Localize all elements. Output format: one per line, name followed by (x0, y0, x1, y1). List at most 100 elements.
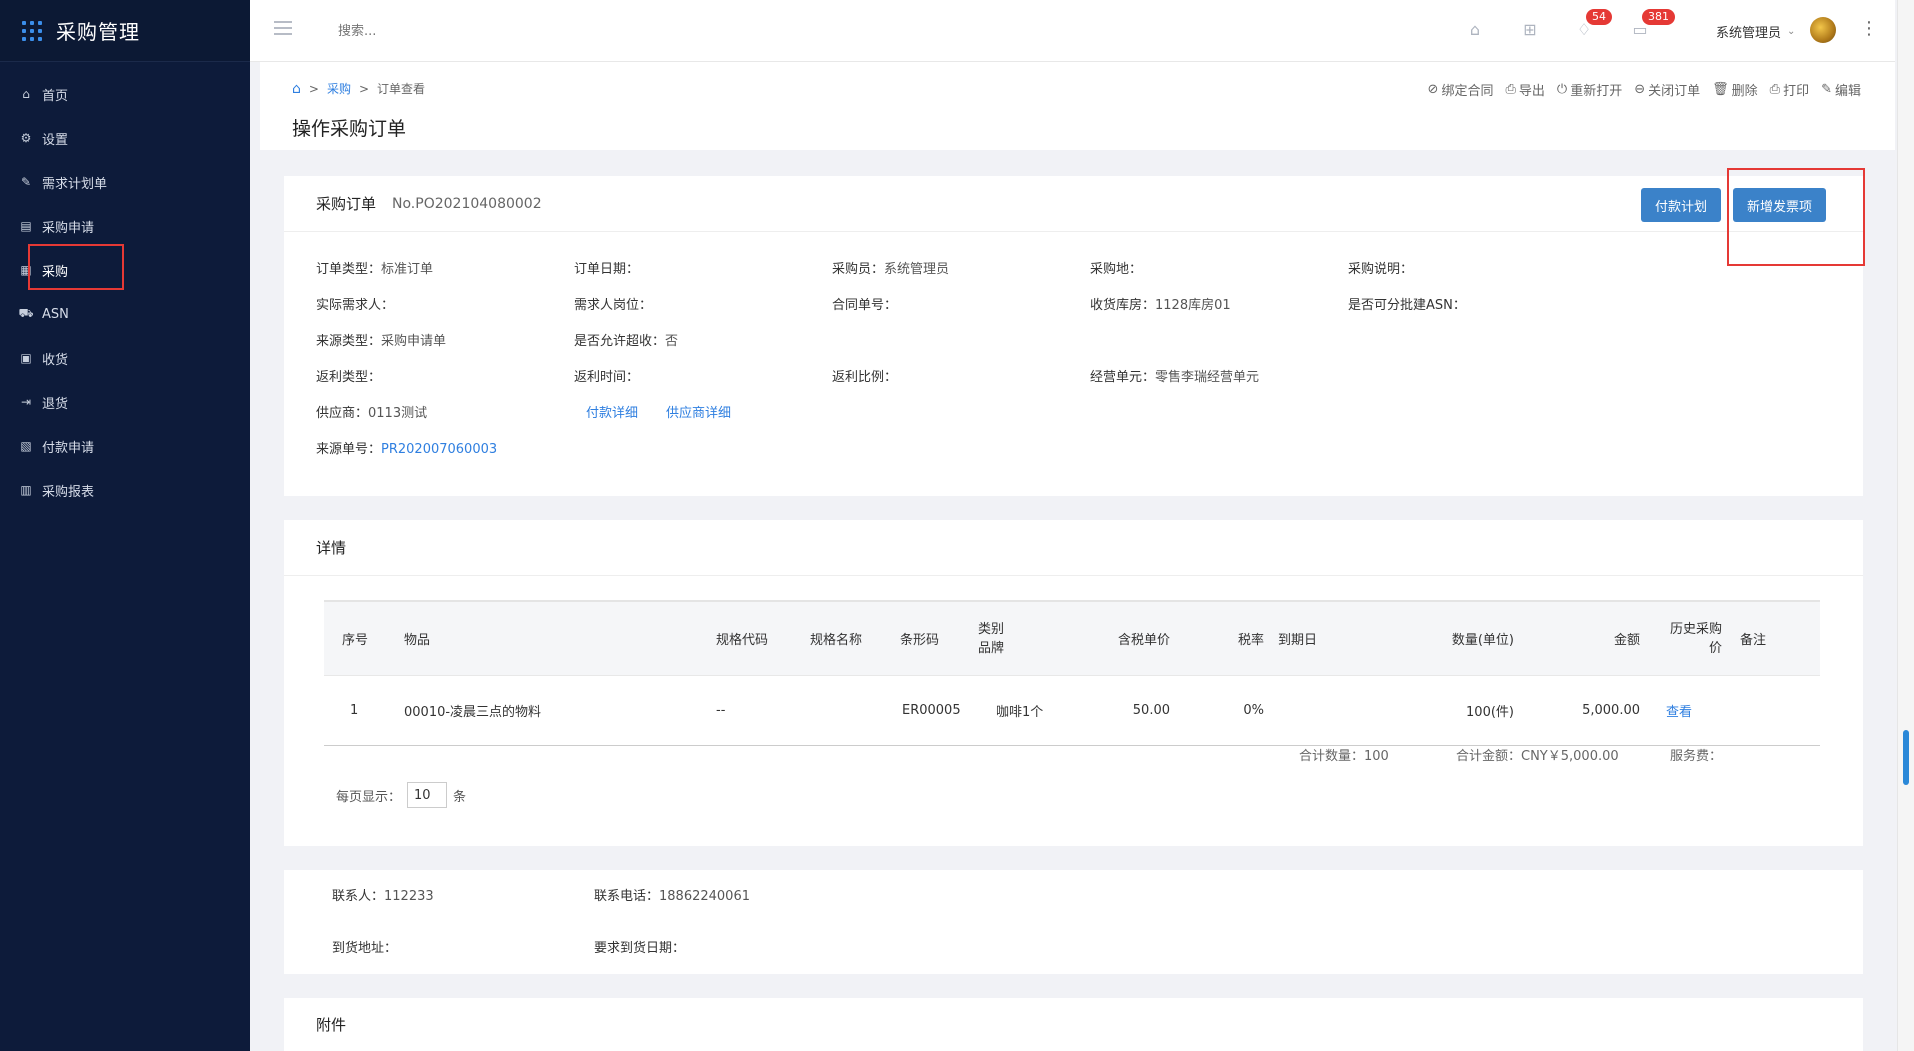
order-date-field: 订单日期： (574, 258, 639, 277)
rebate-ratio-field: 返利比例： (832, 366, 897, 385)
delete-action[interactable]: 🗑︎ 删除 (1712, 80, 1758, 99)
field-label: 订单日期： (574, 262, 640, 277)
chevron-down-icon: ⌄ (1787, 26, 1796, 37)
address-field: 到货地址： (332, 937, 397, 956)
view-history-link[interactable]: 查看 (1666, 676, 1692, 745)
field-value: 系统管理员 (884, 262, 950, 277)
field-label: 需求人岗位： (574, 298, 653, 313)
breadcrumb-purchase[interactable]: 采购 (327, 80, 351, 97)
per-page-input[interactable] (407, 782, 448, 808)
sidebar-item-label: 收货 (42, 352, 69, 368)
sidebar-item-settings[interactable]: ⚙ 设置 (0, 116, 250, 160)
home-icon: ⌂ (22, 87, 30, 101)
warehouse-field: 收货库房：1128库房01 (1090, 294, 1231, 313)
sidebar-item-label: 付款申请 (42, 440, 95, 456)
sidebar-item-reports[interactable]: ▥ 采购报表 (0, 468, 250, 512)
scrollbar[interactable] (1897, 0, 1914, 1051)
link-text[interactable]: 付款详细 (586, 406, 638, 421)
rebate-time-field: 返利时间： (574, 366, 639, 385)
pencil-icon: ✎ (1821, 82, 1832, 97)
action-label: 导出 (1518, 84, 1545, 99)
header-line: 类别 (978, 621, 1005, 637)
field-label: 采购员： (832, 262, 885, 277)
over-receive-field: 是否允许超收：否 (574, 330, 678, 349)
supplier-detail-link[interactable]: 供应商详细 (666, 402, 731, 421)
col-seq: 序号 (342, 633, 369, 648)
sidebar-item-home[interactable]: ⌂ 首页 (0, 72, 250, 116)
order-card-header: 采购订单 No.PO202104080002 (284, 176, 1863, 232)
sidebar-item-label: 首页 (42, 88, 69, 104)
sidebar-item-payment-request[interactable]: ▧ 付款申请 (0, 424, 250, 468)
search-input[interactable] (338, 18, 598, 44)
sidebar-item-label: 退货 (42, 396, 69, 412)
field-label: 是否可分批建ASN： (1348, 298, 1466, 313)
sidebar-item-receiving[interactable]: ▣ 收货 (0, 336, 250, 380)
apps-grid-icon[interactable] (22, 20, 42, 41)
user-menu[interactable]: 系统管理员 ⌄ (1716, 22, 1795, 41)
notification-badge: 54 (1586, 9, 1612, 25)
col-amount: 金额 (1613, 633, 1640, 648)
field-label: 联系电话： (594, 889, 660, 904)
field-label: 是否允许超收： (574, 334, 666, 349)
header-line: 价 (1708, 640, 1722, 656)
purchase-place-field: 采购地： (1090, 258, 1142, 277)
source-no-link[interactable]: PR202007060003 (381, 442, 497, 457)
sidebar-item-demand-plan[interactable]: ✎ 需求计划单 (0, 160, 250, 204)
sidebar-item-return[interactable]: ⇥ 退货 (0, 380, 250, 424)
field-label: 联系人： (332, 889, 385, 904)
col-tax-rate: 税率 (1237, 633, 1264, 648)
menu-toggle-icon[interactable] (274, 21, 292, 35)
action-label: 关闭订单 (1648, 84, 1701, 99)
col-spec-code: 规格代码 (716, 633, 769, 648)
field-label: 实际需求人： (316, 298, 395, 313)
print-action[interactable]: ⎙ 打印 (1770, 80, 1809, 99)
total-quantity: 合计数量：100 (1299, 749, 1389, 764)
sidebar-item-purchase[interactable]: ▦ 采购 (0, 244, 250, 292)
payment-detail-link[interactable]: 付款详细 (586, 402, 638, 421)
home-icon[interactable]: ⌂ (292, 81, 301, 97)
close-order-action[interactable]: ⊖ 关闭订单 (1634, 80, 1700, 99)
order-card: 采购订单 No.PO202104080002 付款计划 新增发票项 订单类型：标… (284, 168, 1865, 496)
message-icon[interactable]: ▭ 381 (1630, 9, 1675, 39)
reopen-action[interactable]: ⏻ 重新打开 (1557, 80, 1622, 99)
field-label: 返利比例： (832, 370, 898, 385)
payment-plan-button[interactable]: 付款计划 (1641, 188, 1722, 222)
cell-quantity: 100(件) (1466, 705, 1514, 720)
apps-icon[interactable]: ⊞ (1520, 19, 1540, 39)
field-label: 采购说明： (1348, 262, 1414, 277)
link-text[interactable]: 供应商详细 (666, 406, 731, 421)
col-unit-price: 含税单价 (1117, 633, 1170, 648)
col-note: 备注 (1740, 633, 1767, 648)
actual-requester-field: 实际需求人： (316, 294, 394, 313)
scroll-thumb[interactable] (1903, 730, 1909, 785)
avatar[interactable] (1810, 17, 1836, 43)
sidebar-item-label: 采购报表 (42, 484, 95, 500)
breadcrumb-separator: > (358, 81, 370, 96)
home-icon[interactable]: ⌂ (1465, 19, 1485, 39)
gear-icon: ⚙ (20, 131, 32, 145)
sidebar: 采购管理 ⌂ 首页 ⚙ 设置 ✎ 需求计划单 ▤ 采购申请 ▦ 采购 ⛟ ASN… (0, 0, 250, 1051)
required-date-field: 要求到货日期： (594, 937, 685, 956)
minus-circle-icon: ⊖ (1634, 82, 1646, 97)
more-vertical-icon[interactable]: ⋮ (1860, 18, 1878, 39)
edit-action[interactable]: ✎ 编辑 (1821, 80, 1861, 99)
cell-spec-code: -- (716, 703, 726, 718)
sidebar-item-asn[interactable]: ⛟ ASN (0, 292, 250, 336)
edit-doc-icon: ✎ (20, 175, 32, 189)
bar-chart-icon: ▥ (20, 483, 32, 497)
sidebar-item-purchase-request[interactable]: ▤ 采购申请 (0, 204, 250, 248)
field-label: 订单类型： (316, 262, 382, 277)
field-label: 要求到货日期： (594, 941, 686, 956)
field-value: 18862240061 (659, 889, 750, 904)
action-label: 绑定合同 (1441, 84, 1494, 99)
col-spec-name: 规格名称 (810, 633, 863, 648)
bind-contract-action[interactable]: ⊘ 绑定合同 (1428, 80, 1494, 99)
table-header: 序号 物品 规格代码 规格名称 条形码 类别 品牌 含税单价 税率 到期日 数量(… (324, 602, 1820, 676)
export-action[interactable]: ⎙ 导出 (1505, 80, 1544, 99)
sidebar-item-label: ASN (42, 306, 69, 322)
details-card: 详情 序号 物品 规格代码 规格名称 条形码 类别 品牌 含税单价 税率 到期日 … (284, 520, 1863, 846)
col-category-brand: 类别 品牌 (978, 602, 1004, 675)
contact-field: 联系人：112233 (332, 885, 434, 904)
action-label: 删除 (1731, 84, 1758, 99)
bell-icon[interactable]: ♢ 54 (1574, 9, 1612, 39)
